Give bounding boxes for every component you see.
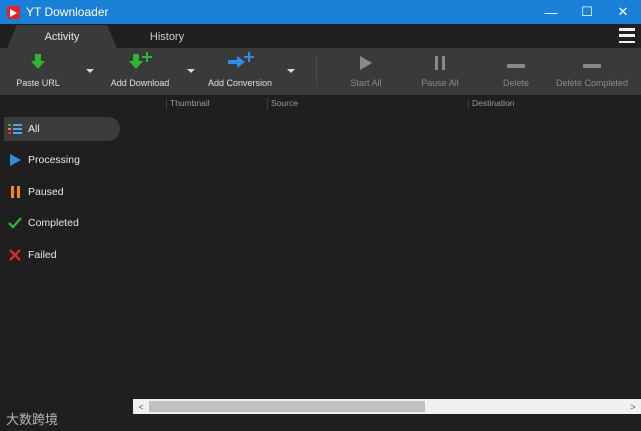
sidebar-item-paused[interactable]: Paused (4, 180, 120, 204)
play-icon (346, 48, 386, 72)
sidebar-item-processing[interactable]: Processing (4, 148, 120, 172)
delete-label: Delete (502, 78, 529, 88)
download-arrow-icon (18, 48, 58, 72)
status-bar (0, 414, 641, 431)
list-icon (8, 122, 22, 136)
add-download-dropdown-icon[interactable] (187, 69, 195, 73)
add-download-icon (110, 48, 170, 72)
pause-all-label: Pause All (421, 78, 459, 88)
scroll-left-icon[interactable]: < (133, 399, 149, 414)
pause-icon (420, 48, 460, 72)
minus-icon (496, 48, 536, 72)
sidebar-item-failed[interactable]: Failed (4, 243, 120, 267)
start-all-label: Start All (350, 78, 382, 88)
horizontal-scrollbar[interactable]: < > (133, 399, 641, 414)
window-title: YT Downloader (26, 5, 109, 19)
scroll-thumb[interactable] (149, 401, 426, 412)
minimize-button[interactable]: — (533, 0, 569, 24)
column-header-thumbnail[interactable]: Thumbnail (166, 98, 266, 110)
sidebar-item-label: Completed (28, 217, 79, 229)
add-download-label: Add Download (110, 78, 170, 88)
add-conversion-label: Add Conversion (207, 78, 273, 88)
paste-url-label: Paste URL (16, 78, 60, 88)
sidebar-item-all[interactable]: All (4, 117, 120, 141)
delete-completed-button[interactable]: Delete Completed (556, 48, 628, 95)
close-button[interactable]: ✕ (605, 0, 641, 24)
x-icon (8, 248, 22, 262)
paste-url-dropdown-icon[interactable] (86, 69, 94, 73)
toolbar-separator (316, 56, 317, 86)
title-bar: YT Downloader — ☐ ✕ (0, 0, 641, 24)
sidebar-item-completed[interactable]: Completed (4, 211, 120, 235)
tab-activity[interactable]: Activity (7, 25, 117, 48)
column-header-source[interactable]: Source (267, 98, 467, 110)
category-sidebar: All Processing Paused Completed Failed (0, 95, 133, 431)
watermark: 大数跨境 (6, 412, 59, 427)
scroll-track[interactable] (149, 399, 625, 414)
pause-icon (8, 185, 22, 199)
add-conversion-dropdown-icon[interactable] (287, 69, 295, 73)
sidebar-item-label: Paused (28, 186, 64, 198)
play-icon (8, 153, 22, 167)
sidebar-item-label: Processing (28, 154, 80, 166)
menu-icon[interactable] (619, 28, 635, 43)
paste-url-button[interactable]: Paste URL (16, 48, 60, 95)
convert-arrow-icon (208, 48, 272, 72)
maximize-button[interactable]: ☐ (569, 0, 605, 24)
start-all-button[interactable]: Start All (346, 48, 386, 95)
app-logo-icon (7, 5, 20, 19)
download-list[interactable] (133, 111, 641, 399)
pause-all-button[interactable]: Pause All (420, 48, 460, 95)
tab-history[interactable]: History (122, 25, 212, 48)
column-header-destination[interactable]: Destination (468, 98, 638, 110)
add-conversion-button[interactable]: Add Conversion (208, 48, 272, 95)
add-download-button[interactable]: Add Download (110, 48, 170, 95)
sidebar-item-label: Failed (28, 249, 57, 261)
scroll-right-icon[interactable]: > (625, 399, 641, 414)
delete-button[interactable]: Delete (496, 48, 536, 95)
list-header: Thumbnail Source Destination (133, 95, 641, 111)
delete-completed-label: Delete Completed (555, 78, 629, 88)
minus-icon (556, 48, 628, 72)
sidebar-item-label: All (28, 123, 40, 135)
check-icon (8, 216, 22, 230)
toolbar: Paste URL Add Download Add Conversion St… (0, 48, 641, 95)
tab-strip: Activity History (0, 24, 641, 48)
